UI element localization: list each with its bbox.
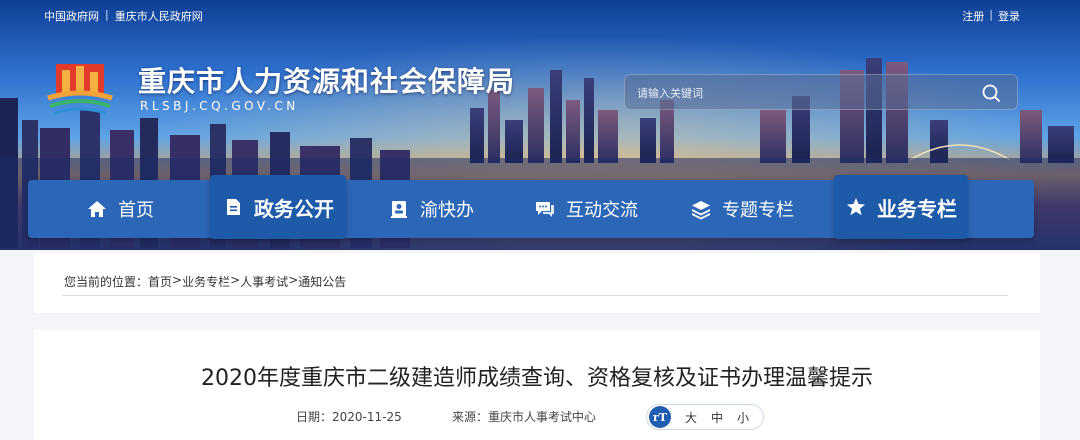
breadcrumb: 您当前的位置： 首页 > 业务专栏 > 人事考试 > 通知公告 — [64, 273, 346, 290]
article-panel: 2020年度重庆市二级建造师成绩查询、资格复核及证书办理温馨提示 日期：2020… — [34, 330, 1040, 440]
site-domain: RLSBJ.CQ.GOV.CN — [140, 99, 299, 113]
site-title[interactable]: 重庆市人力资源和社会保障局 — [138, 60, 515, 100]
search-input[interactable] — [637, 83, 967, 103]
nav-item-yukuaiban[interactable]: 渝快办 — [388, 180, 474, 238]
search-box — [624, 74, 1018, 110]
font-size-icon: rT — [649, 406, 671, 428]
home-icon — [88, 201, 106, 217]
document-icon — [227, 199, 240, 215]
site-logo[interactable] — [46, 58, 114, 118]
font-size-large[interactable]: 大 — [685, 409, 697, 426]
article-title: 2020年度重庆市二级建造师成绩查询、资格复核及证书办理温馨提示 — [201, 366, 873, 391]
nav-item-special-topics[interactable]: 专题专栏 — [690, 180, 794, 238]
breadcrumb-separator: > — [230, 273, 241, 287]
breadcrumb-item-notice[interactable]: 通知公告 — [298, 273, 346, 290]
nav-label: 政务公开 — [254, 196, 334, 221]
font-size-small[interactable]: 小 — [737, 409, 749, 426]
breadcrumb-panel: 您当前的位置： 首页 > 业务专栏 > 人事考试 > 通知公告 — [34, 253, 1040, 313]
star-icon — [847, 198, 865, 216]
divider — [62, 295, 1008, 296]
link-gov-cn[interactable]: 中国政府网 — [44, 8, 99, 24]
font-size-switcher: rT 大 中 小 — [646, 404, 764, 430]
main-nav: 首页 政务公开 渝快办 互动交流 专题专栏 业务专栏 — [28, 175, 1034, 239]
nav-item-business[interactable]: 业务专栏 — [834, 175, 968, 239]
nav-label: 业务专栏 — [877, 196, 957, 221]
chat-icon — [536, 202, 554, 217]
account-links: 注册 | 登录 — [962, 8, 1020, 24]
breadcrumb-separator: > — [172, 273, 183, 287]
nav-item-interaction[interactable]: 互动交流 — [534, 180, 638, 238]
article-source: 来源：重庆市人事考试中心 — [452, 410, 597, 424]
breadcrumb-item-exam[interactable]: 人事考试 — [240, 273, 288, 290]
link-cq-gov[interactable]: 重庆市人民政府网 — [115, 8, 203, 24]
nav-label: 首页 — [118, 200, 154, 221]
nav-label: 专题专栏 — [722, 200, 794, 221]
breadcrumb-prefix: 您当前的位置： — [64, 275, 149, 289]
breadcrumb-item-business[interactable]: 业务专栏 — [182, 273, 230, 290]
account-separator: | — [989, 8, 993, 21]
top-links: 中国政府网 | 重庆市人民政府网 — [44, 8, 203, 24]
layers-icon — [692, 201, 710, 220]
breadcrumb-item-home[interactable]: 首页 — [148, 273, 172, 290]
nav-label: 渝快办 — [420, 200, 474, 221]
login-link[interactable]: 登录 — [998, 8, 1020, 24]
nav-item-gov-affairs[interactable]: 政务公开 — [210, 175, 346, 239]
nav-label: 互动交流 — [566, 200, 638, 221]
font-size-medium[interactable]: 中 — [711, 409, 723, 426]
search-icon[interactable] — [981, 83, 1001, 103]
link-separator: | — [105, 8, 109, 21]
breadcrumb-separator: > — [288, 273, 299, 287]
article-date: 日期：2020-11-25 — [296, 410, 402, 424]
register-link[interactable]: 注册 — [962, 8, 984, 24]
nav-item-home[interactable]: 首页 — [86, 180, 154, 238]
profile-icon — [391, 201, 407, 218]
